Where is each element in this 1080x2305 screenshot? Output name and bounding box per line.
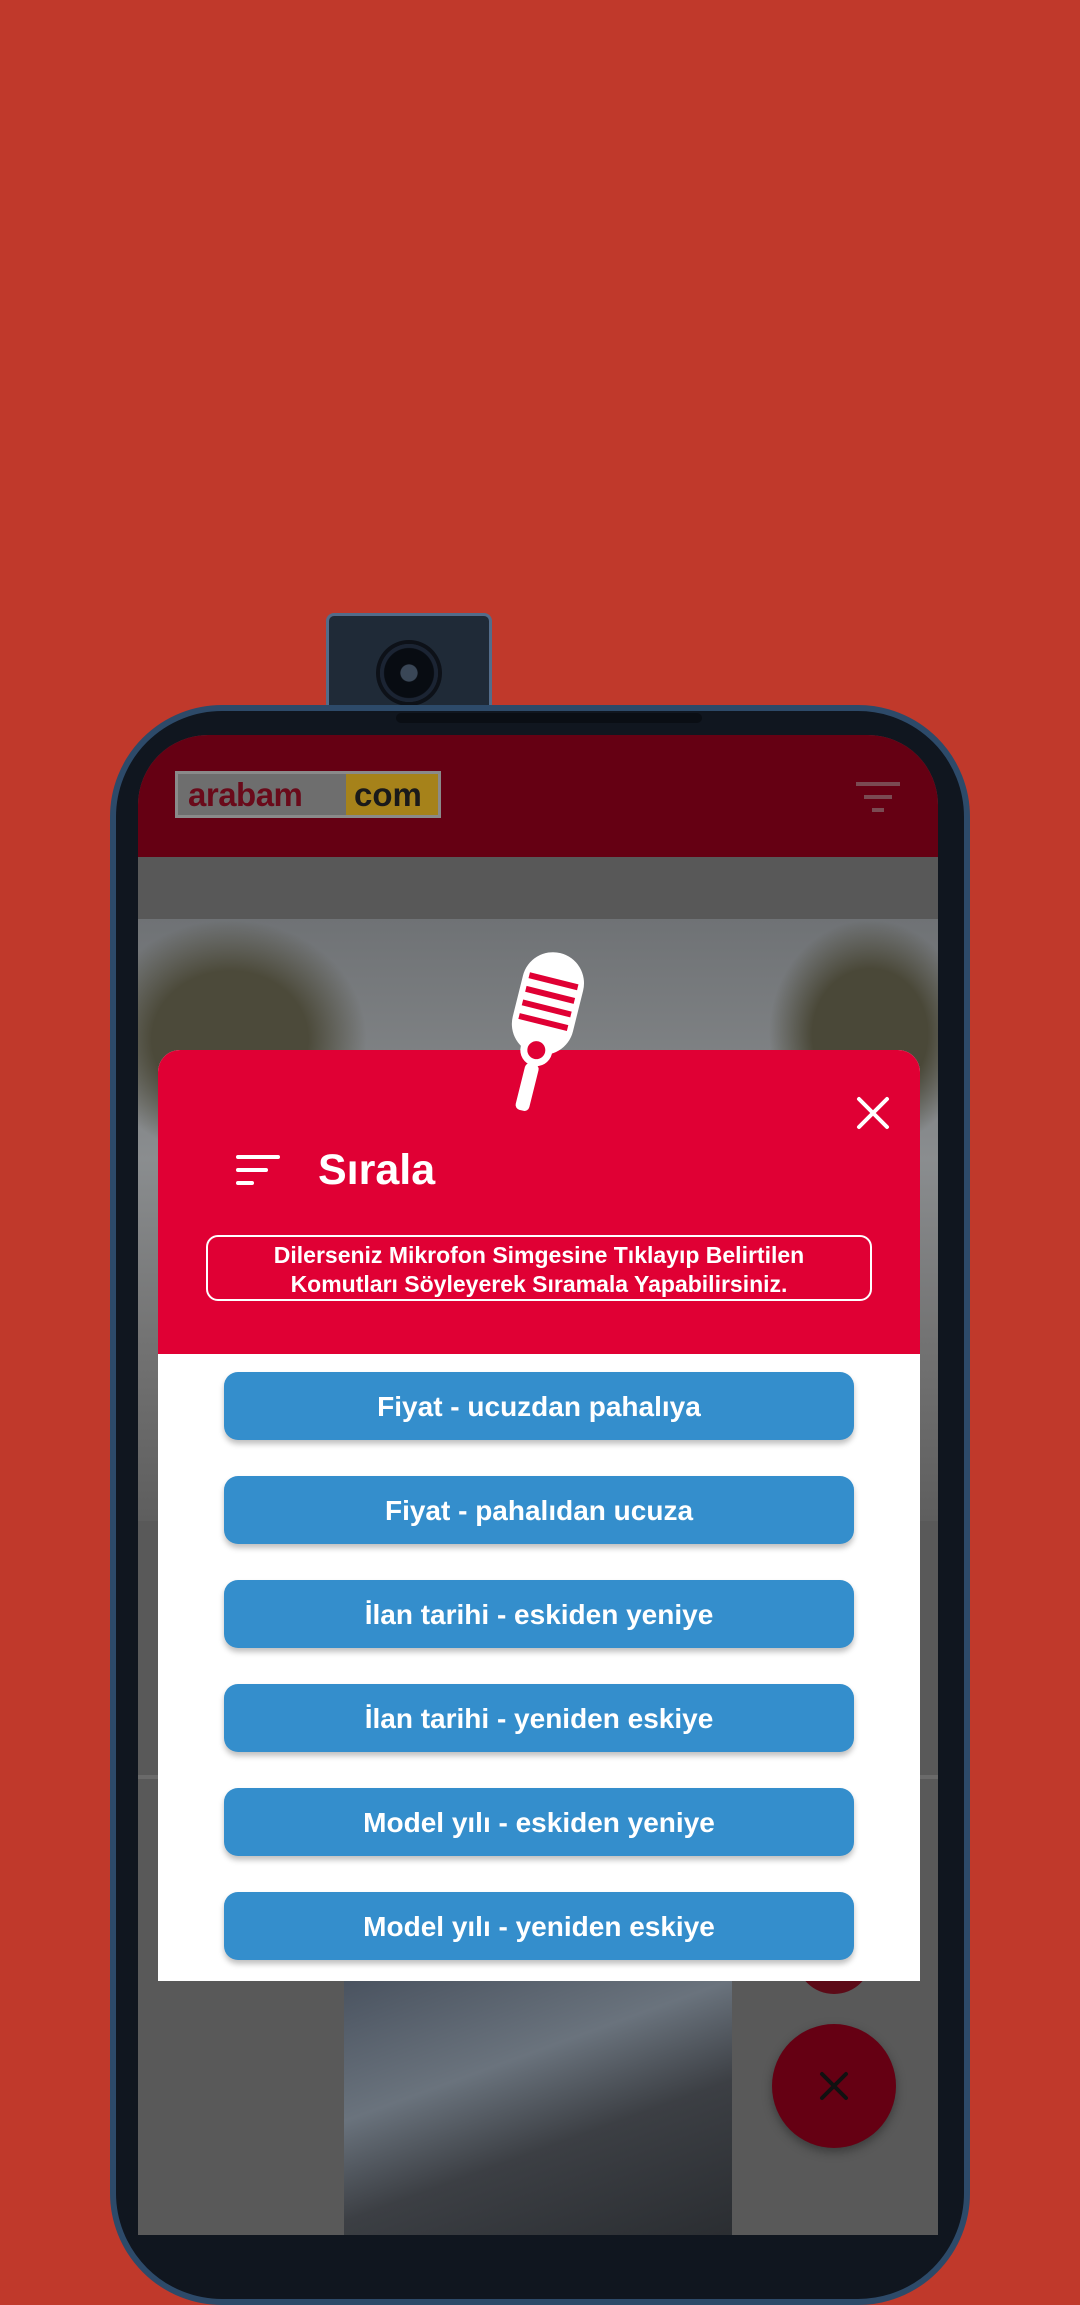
sort-icon [236, 1155, 280, 1185]
arabam-logo: arabam com [175, 771, 441, 818]
close-icon[interactable] [856, 1096, 890, 1130]
earpiece-speaker [396, 713, 702, 723]
logo-text-left: arabam [178, 774, 346, 815]
filter-icon[interactable] [856, 780, 900, 814]
microphone-icon[interactable] [488, 946, 588, 1116]
sort-dialog: Sırala Dilerseniz Mikrofon Simgesine Tık… [158, 952, 920, 1981]
voice-hint-line2: Komutları Söyleyerek Sıramala Yapabilirs… [290, 1271, 788, 1297]
sort-option-price-desc[interactable]: Fiyat - pahalıdan ucuza [224, 1476, 854, 1544]
fab-close-icon [820, 2072, 848, 2100]
sort-option-date-asc[interactable]: İlan tarihi - eskiden yeniye [224, 1580, 854, 1648]
sort-option-price-asc[interactable]: Fiyat - ucuzdan pahalıya [224, 1372, 854, 1440]
toolbar-strip [138, 857, 938, 919]
sort-options: Fiyat - ucuzdan pahalıya Fiyat - pahalıd… [224, 1372, 854, 1996]
voice-hint-line1: Dilerseniz Mikrofon Simgesine Tıklayıp B… [273, 1242, 805, 1268]
camera-lens [380, 644, 438, 702]
sort-option-date-desc[interactable]: İlan tarihi - yeniden eskiye [224, 1684, 854, 1752]
logo-text-right: com [346, 774, 438, 815]
dialog-title: Sırala [318, 1146, 436, 1194]
sort-option-year-desc[interactable]: Model yılı - yeniden eskiye [224, 1892, 854, 1960]
app-bar: arabam com [138, 735, 938, 857]
close-fab-button[interactable] [772, 2024, 896, 2148]
sort-option-year-asc[interactable]: Model yılı - eskiden yeniye [224, 1788, 854, 1856]
listing-photo-2 [344, 1981, 732, 2235]
voice-hint: Dilerseniz Mikrofon Simgesine Tıklayıp B… [206, 1235, 872, 1301]
